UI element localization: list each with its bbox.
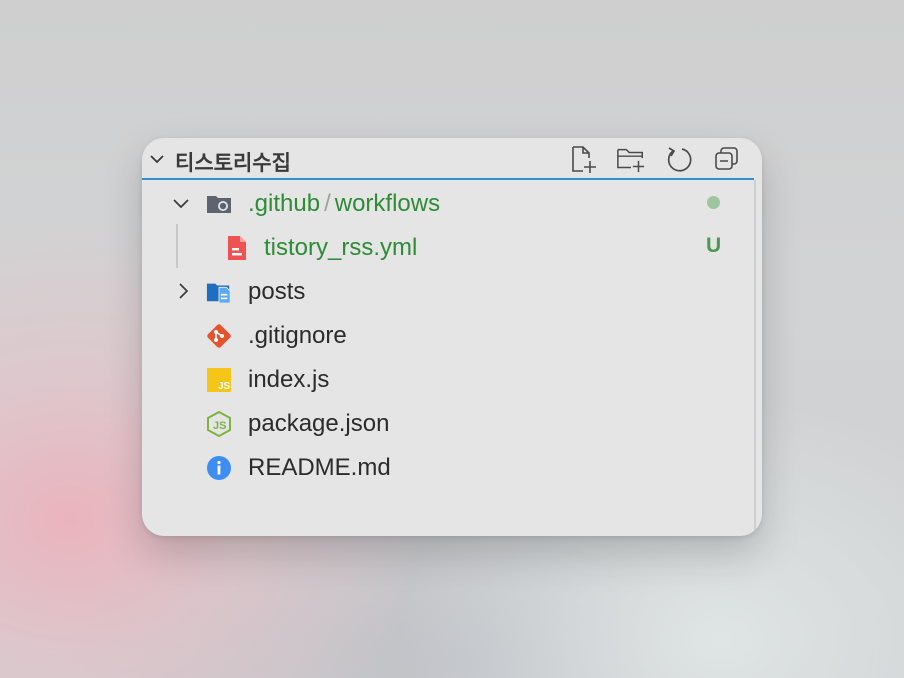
yaml-file-icon bbox=[228, 236, 246, 260]
file-label: README.md bbox=[248, 454, 391, 481]
file-label: index.js bbox=[248, 366, 330, 393]
svg-text:JS: JS bbox=[218, 381, 231, 392]
new-folder-button[interactable] bbox=[616, 144, 646, 174]
info-icon bbox=[207, 456, 231, 480]
explorer-panel: 티스토리수집 .github / workflows tistory_rss.y… bbox=[142, 138, 762, 536]
tree-item-index-js[interactable]: JS index.js bbox=[142, 357, 754, 401]
tree-item-gitignore[interactable]: .gitignore bbox=[142, 313, 754, 357]
file-label: tistory_rss.yml bbox=[264, 234, 418, 261]
folder-label: posts bbox=[248, 278, 306, 305]
file-label: .gitignore bbox=[248, 322, 347, 349]
new-file-icon bbox=[572, 146, 596, 173]
modified-indicator bbox=[707, 196, 720, 209]
folder-name-part: workflows bbox=[334, 190, 441, 217]
tree-item-tistory-rss-yml[interactable]: tistory_rss.yml bbox=[142, 225, 754, 269]
github-folder-icon bbox=[207, 196, 231, 213]
javascript-icon: JS bbox=[207, 368, 231, 392]
chevron-right-icon[interactable] bbox=[174, 282, 192, 300]
folder-name-part: .github bbox=[248, 190, 321, 217]
collapse-all-icon bbox=[715, 147, 738, 170]
refresh-button[interactable] bbox=[664, 144, 694, 174]
svg-text:JS: JS bbox=[213, 420, 226, 432]
git-status-badge: U bbox=[706, 234, 722, 257]
new-file-button[interactable] bbox=[568, 144, 598, 174]
tree-item-posts[interactable]: posts bbox=[142, 269, 754, 313]
git-icon bbox=[207, 324, 231, 348]
folder-label: .github / workflows bbox=[248, 190, 440, 218]
refresh-icon bbox=[667, 147, 692, 172]
tree-item-github-workflows[interactable]: .github / workflows bbox=[142, 181, 754, 225]
workspace-title: 티스토리수집 bbox=[175, 151, 291, 175]
file-label: package.json bbox=[248, 410, 390, 437]
tree-item-readme-md[interactable]: README.md bbox=[142, 445, 754, 489]
chevron-down-icon[interactable] bbox=[148, 150, 166, 168]
path-separator: / bbox=[324, 190, 331, 217]
scrollbar-track[interactable] bbox=[754, 180, 756, 536]
new-folder-icon bbox=[617, 148, 645, 173]
nodejs-icon: JS bbox=[207, 411, 231, 437]
collapse-all-button[interactable] bbox=[712, 144, 742, 174]
chevron-down-icon[interactable] bbox=[172, 194, 190, 212]
folder-posts-icon bbox=[206, 283, 231, 304]
explorer-header[interactable]: 티스토리수집 bbox=[142, 138, 754, 180]
tree-item-package-json[interactable]: JS package.json bbox=[142, 401, 754, 445]
